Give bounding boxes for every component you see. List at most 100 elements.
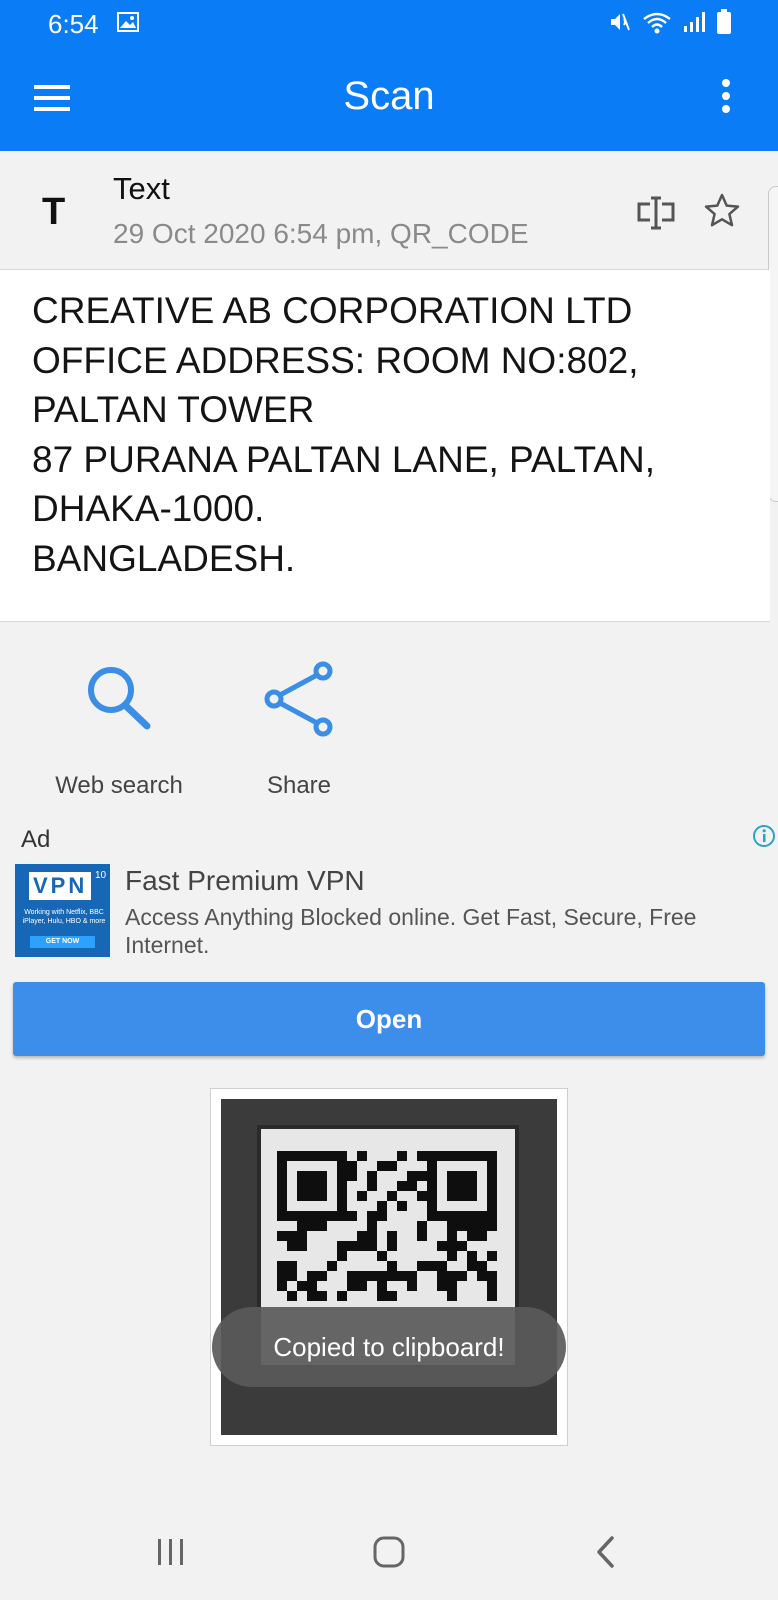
qr-module bbox=[347, 1211, 357, 1221]
web-search-button[interactable]: Web search bbox=[29, 654, 209, 804]
qr-module bbox=[317, 1151, 327, 1161]
qr-module bbox=[457, 1171, 467, 1181]
qr-module bbox=[307, 1191, 317, 1201]
qr-module bbox=[387, 1171, 397, 1181]
qr-module bbox=[377, 1251, 387, 1261]
qr-module bbox=[447, 1251, 457, 1261]
qr-module bbox=[427, 1251, 437, 1261]
qr-module bbox=[357, 1281, 367, 1291]
more-vert-icon[interactable] bbox=[714, 76, 738, 120]
result-meta: 29 Oct 2020 6:54 pm, QR_CODE bbox=[113, 218, 529, 249]
qr-module bbox=[427, 1291, 437, 1301]
qr-module bbox=[457, 1181, 467, 1191]
qr-module bbox=[397, 1291, 407, 1301]
qr-module bbox=[337, 1241, 347, 1251]
share-button[interactable]: Share bbox=[209, 654, 389, 804]
qr-module bbox=[327, 1281, 337, 1291]
ad-open-button[interactable]: Open bbox=[13, 982, 765, 1056]
qr-module bbox=[427, 1281, 437, 1291]
qr-module bbox=[277, 1271, 287, 1281]
qr-module bbox=[467, 1181, 477, 1191]
ad-banner-image[interactable]: VPN 10 Working with Netflix, BBC iPlayer… bbox=[15, 864, 110, 957]
text-type-icon: T bbox=[42, 191, 66, 233]
qr-module bbox=[347, 1251, 357, 1261]
qr-module bbox=[407, 1191, 417, 1201]
qr-module bbox=[427, 1161, 437, 1171]
qr-module bbox=[477, 1241, 487, 1251]
qr-module bbox=[367, 1201, 377, 1211]
qr-module bbox=[287, 1251, 297, 1261]
qr-module bbox=[357, 1171, 367, 1181]
qr-module bbox=[337, 1251, 347, 1261]
qr-module bbox=[277, 1161, 287, 1171]
qr-module bbox=[367, 1191, 377, 1201]
qr-module bbox=[357, 1221, 367, 1231]
qr-module bbox=[287, 1231, 297, 1241]
edit-text-icon[interactable] bbox=[636, 193, 676, 233]
qr-module bbox=[277, 1211, 287, 1221]
qr-module bbox=[287, 1211, 297, 1221]
qr-module bbox=[427, 1221, 437, 1231]
qr-module bbox=[467, 1231, 477, 1241]
ad-title[interactable]: Fast Premium VPN bbox=[125, 865, 365, 897]
qr-module bbox=[387, 1221, 397, 1231]
qr-module bbox=[307, 1281, 317, 1291]
recents-icon[interactable] bbox=[146, 1527, 196, 1577]
qr-module bbox=[357, 1291, 367, 1301]
qr-module bbox=[307, 1161, 317, 1171]
ad-banner-brand: VPN bbox=[29, 872, 92, 900]
qr-module bbox=[477, 1271, 487, 1281]
qr-module bbox=[347, 1271, 357, 1281]
qr-module bbox=[397, 1161, 407, 1171]
qr-module bbox=[277, 1151, 287, 1161]
qr-module bbox=[337, 1171, 347, 1181]
qr-module bbox=[337, 1181, 347, 1191]
qr-module bbox=[467, 1171, 477, 1181]
qr-module bbox=[397, 1231, 407, 1241]
qr-module bbox=[437, 1251, 447, 1261]
back-icon[interactable] bbox=[582, 1527, 632, 1577]
qr-module bbox=[287, 1181, 297, 1191]
qr-module bbox=[297, 1181, 307, 1191]
qr-module bbox=[277, 1281, 287, 1291]
qr-module bbox=[447, 1211, 457, 1221]
qr-module bbox=[387, 1201, 397, 1211]
qr-module bbox=[357, 1261, 367, 1271]
qr-module bbox=[377, 1291, 387, 1301]
qr-module bbox=[457, 1281, 467, 1291]
qr-module bbox=[407, 1241, 417, 1251]
qr-module bbox=[487, 1181, 497, 1191]
qr-module bbox=[317, 1231, 327, 1241]
scanned-image[interactable] bbox=[210, 1088, 568, 1446]
qr-module bbox=[437, 1271, 447, 1281]
qr-module bbox=[427, 1241, 437, 1251]
qr-module bbox=[307, 1221, 317, 1231]
qr-module bbox=[337, 1231, 347, 1241]
qr-module bbox=[467, 1281, 477, 1291]
qr-module bbox=[347, 1241, 357, 1251]
signal-icon bbox=[682, 10, 706, 39]
qr-module bbox=[367, 1171, 377, 1181]
qr-module bbox=[447, 1281, 457, 1291]
qr-module bbox=[377, 1231, 387, 1241]
qr-module bbox=[367, 1281, 377, 1291]
qr-module bbox=[327, 1271, 337, 1281]
qr-module bbox=[447, 1291, 457, 1301]
qr-module bbox=[357, 1161, 367, 1171]
home-icon[interactable] bbox=[364, 1527, 414, 1577]
qr-module bbox=[377, 1181, 387, 1191]
qr-module bbox=[337, 1161, 347, 1171]
star-icon[interactable] bbox=[702, 191, 742, 231]
qr-module bbox=[437, 1171, 447, 1181]
qr-module bbox=[337, 1221, 347, 1231]
page-title: Scan bbox=[343, 74, 435, 118]
qr-module bbox=[317, 1211, 327, 1221]
info-icon[interactable] bbox=[752, 824, 776, 848]
qr-module bbox=[477, 1161, 487, 1171]
qr-module bbox=[427, 1191, 437, 1201]
qr-module bbox=[307, 1231, 317, 1241]
ad-banner-sup: 10 bbox=[95, 870, 107, 881]
qr-module bbox=[417, 1281, 427, 1291]
qr-module bbox=[467, 1251, 477, 1261]
qr-module bbox=[477, 1221, 487, 1231]
